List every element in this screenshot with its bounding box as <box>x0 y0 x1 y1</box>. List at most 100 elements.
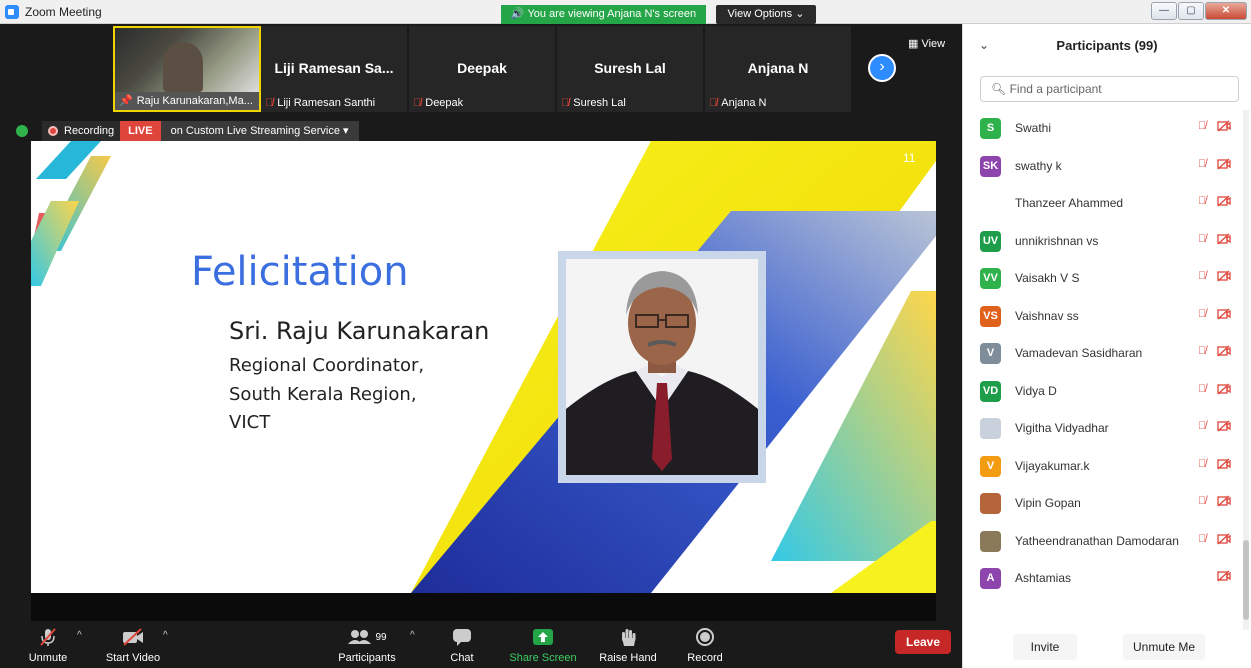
share-screen-button[interactable]: Share Screen <box>508 626 578 664</box>
participant-list: S Swathi 🎙̸ SK swathy k 🎙̸ Thanzeer Ahammed 🎙̸ U… <box>963 110 1243 598</box>
avatar: A <box>980 568 1001 589</box>
participant-row[interactable]: UV unnikrishnan vs 🎙̸ <box>963 223 1243 261</box>
avatar: VV <box>980 268 1001 289</box>
participant-list-scrollbar[interactable] <box>1243 110 1249 630</box>
participant-row[interactable]: Vipin Gopan 🎙̸ <box>963 485 1243 523</box>
view-options-button[interactable]: View Options ⌄ <box>716 5 816 24</box>
chevron-right-icon: › <box>879 58 885 75</box>
minimize-button[interactable]: — <box>1151 2 1177 20</box>
mic-muted-icon: 🎙̸ <box>1198 307 1207 320</box>
unmute-label: Unmute <box>28 652 68 664</box>
scrollbar-thumb[interactable] <box>1243 540 1249 620</box>
participant-row[interactable]: VV Vaisakh V S 🎙̸ <box>963 260 1243 298</box>
mic-muted-icon: 🎙̸ <box>1198 457 1207 470</box>
mic-muted-icon: 🎙̸ <box>1198 270 1207 282</box>
raise-hand-button[interactable]: Raise Hand <box>598 626 658 664</box>
video-thumbnail[interactable]: Anjana N 🎙̸ Anjana N <box>705 26 853 112</box>
participant-name: swathy k <box>1015 158 1062 173</box>
video-off-icon <box>1217 120 1231 135</box>
next-page-button[interactable]: › <box>868 54 896 82</box>
mic-muted-icon: 🎙̸ <box>413 97 422 109</box>
participant-name: Vaishnav ss <box>1015 308 1079 323</box>
mic-muted-icon: 🎙̸ <box>265 97 274 109</box>
participant-row[interactable]: Yatheendranathan Damodaran 🎙̸ <box>963 523 1243 561</box>
avatar: VS <box>980 305 1001 327</box>
search-placeholder: Find a participant <box>1009 82 1102 96</box>
video-off-icon <box>104 626 162 648</box>
avatar: UV <box>980 230 1001 252</box>
unmute-button[interactable]: Unmute <box>22 626 74 664</box>
thumbnail-big-name: Deepak <box>457 60 507 76</box>
window-controls: — ▢ ✕ <box>1151 2 1247 20</box>
video-thumbnail-strip: 📌 Raju Karunakaran,Ma... Liji Ramesan Sa.… <box>113 26 853 112</box>
raise-hand-label: Raise Hand <box>599 652 657 664</box>
avatar <box>980 418 1001 439</box>
live-stream-dropdown[interactable]: on Custom Live Streaming Service ▾ <box>160 121 359 141</box>
participants-options-caret[interactable]: ^ <box>410 630 415 641</box>
mic-muted-icon: 🎙̸ <box>1198 120 1207 132</box>
participant-row[interactable]: Vigitha Vidyadhar 🎙̸ <box>963 410 1243 448</box>
thumbnail-label: 📌 Raju Karunakaran,Ma... <box>119 94 257 107</box>
participant-row[interactable]: A Ashtamias <box>963 560 1243 598</box>
participant-name: Vidya D <box>1015 383 1057 398</box>
video-off-icon <box>1217 383 1231 398</box>
video-thumbnail[interactable]: 📌 Raju Karunakaran,Ma... <box>113 26 261 112</box>
slide-title: Felicitation <box>191 249 409 295</box>
leave-button[interactable]: Leave <box>895 630 951 654</box>
participant-row[interactable]: SK swathy k 🎙̸ <box>963 148 1243 186</box>
thumbnail-big-name: Anjana N <box>747 60 809 76</box>
video-thumbnail[interactable]: Deepak 🎙̸ Deepak <box>409 26 557 112</box>
mic-muted-icon: 🎙̸ <box>1198 382 1207 395</box>
live-badge: LIVE <box>120 121 161 141</box>
avatar: S <box>980 118 1001 139</box>
meeting-toolbar: Unmute ^ Start Video ^ 99 Participants ^… <box>0 622 962 668</box>
maximize-button[interactable]: ▢ <box>1178 2 1204 20</box>
video-off-icon <box>1217 308 1231 323</box>
mic-muted-icon: 🎙̸ <box>1198 345 1207 357</box>
start-video-button[interactable]: Start Video <box>104 626 162 664</box>
find-participant-input[interactable]: 🔍︎ Find a participant <box>980 76 1239 102</box>
video-thumbnail[interactable]: Suresh Lal 🎙̸ Suresh Lal <box>557 26 705 112</box>
share-screen-label: Share Screen <box>509 652 577 664</box>
recording-indicator[interactable]: Recording <box>42 121 121 141</box>
mic-muted-icon: 🎙̸ <box>1198 157 1207 170</box>
audio-options-caret[interactable]: ^ <box>77 630 82 641</box>
video-thumbnail[interactable]: Liji Ramesan Sa... 🎙̸ Liji Ramesan Santhi <box>261 26 409 112</box>
view-label: View <box>921 38 946 50</box>
participant-row[interactable]: VD Vidya D 🎙̸ <box>963 373 1243 411</box>
slide-line: South Kerala Region, <box>229 384 417 405</box>
shield-icon <box>16 125 28 137</box>
slide-decoration <box>31 141 936 593</box>
avatar <box>980 530 1001 552</box>
participants-panel-title: Participants (99) <box>1056 38 1158 53</box>
participant-row[interactable]: V Vijayakumar.k 🎙̸ <box>963 448 1243 486</box>
invite-button[interactable]: Invite <box>1013 634 1077 660</box>
slide-line: VICT <box>229 412 271 433</box>
unmute-me-button[interactable]: Unmute Me <box>1123 634 1205 660</box>
participant-name: Ashtamias <box>1015 571 1072 585</box>
mic-muted-icon: 🎙̸ <box>1198 420 1207 432</box>
mic-muted-icon: 🎙̸ <box>561 97 570 109</box>
pin-icon: 📌 <box>119 95 133 107</box>
chat-icon <box>444 626 480 648</box>
participant-row[interactable]: V Vamadevan Sasidharan 🎙̸ <box>963 335 1243 373</box>
thumbnail-name: Anjana N <box>721 97 767 109</box>
participant-row[interactable]: VS Vaishnav ss 🎙̸ <box>963 298 1243 336</box>
caret-down-icon: ▾ <box>343 125 349 137</box>
portrait-frame <box>558 251 766 483</box>
participant-name: Vijayakumar.k <box>1015 458 1090 473</box>
thumbnail-label: 🎙̸ Anjana N <box>709 97 849 109</box>
video-options-caret[interactable]: ^ <box>163 630 168 641</box>
honoree-portrait <box>566 259 758 475</box>
avatar: VD <box>980 380 1001 402</box>
view-layout-button[interactable]: ▦ View <box>908 37 945 50</box>
close-button[interactable]: ✕ <box>1205 2 1247 20</box>
participant-row[interactable]: Thanzeer Ahammed 🎙̸ <box>963 185 1243 223</box>
participants-button[interactable]: 99 Participants <box>336 626 398 664</box>
grid-icon: ▦ <box>908 38 919 50</box>
viewing-screen-banner: 🔊 You are viewing Anjana N's screen <box>501 5 706 24</box>
thumbnail-name: Liji Ramesan Santhi <box>277 97 376 109</box>
chat-button[interactable]: Chat <box>444 626 480 664</box>
record-button[interactable]: Record <box>684 626 726 664</box>
participant-row[interactable]: S Swathi 🎙̸ <box>963 110 1243 148</box>
